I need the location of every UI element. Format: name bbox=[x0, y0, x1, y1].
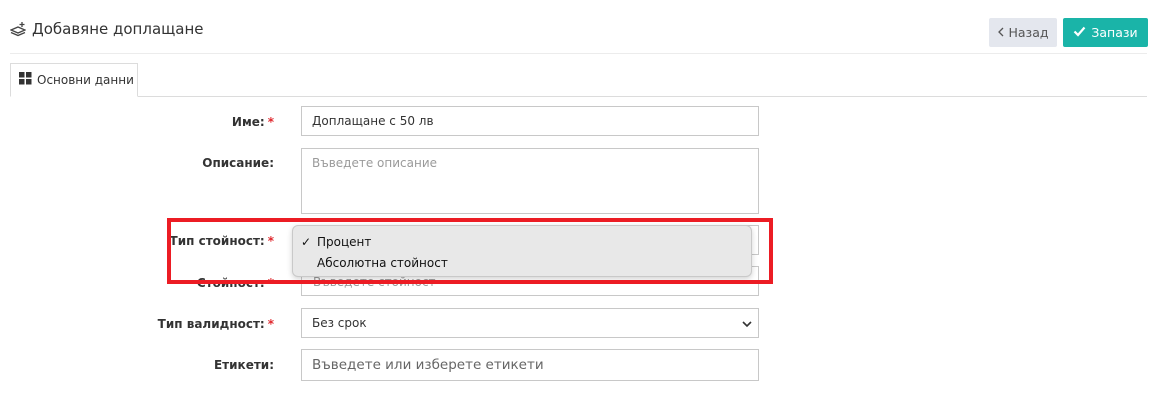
value-label: Стойност: * bbox=[196, 276, 274, 290]
required-marker: * bbox=[267, 115, 274, 129]
option-label: Процент bbox=[317, 234, 372, 249]
save-button-label: Запази bbox=[1091, 25, 1138, 40]
header-divider bbox=[10, 53, 1147, 54]
required-marker: * bbox=[267, 234, 274, 248]
value-type-dropdown: ✓ Процент Абсолютна стойност bbox=[292, 225, 752, 277]
option-label: Абсолютна стойност bbox=[317, 255, 448, 270]
chevron-down-icon bbox=[742, 318, 752, 332]
checkmark-icon: ✓ bbox=[301, 234, 312, 249]
tags-label: Етикети: bbox=[213, 358, 274, 372]
name-input[interactable] bbox=[301, 106, 759, 136]
description-label: Описание: bbox=[202, 156, 274, 170]
layers-plus-icon bbox=[10, 21, 26, 37]
value-input-placeholder: Въведете стойност bbox=[313, 275, 436, 289]
value-type-label: Тип стойност: * bbox=[169, 234, 274, 248]
chevron-left-icon bbox=[997, 25, 1005, 40]
name-label: Име: * bbox=[231, 115, 274, 129]
tab-label: Основни данни bbox=[37, 73, 134, 87]
validity-type-value: Без срок bbox=[312, 316, 367, 330]
back-button[interactable]: Назад bbox=[989, 18, 1057, 47]
description-textarea[interactable] bbox=[301, 148, 759, 214]
required-marker: * bbox=[267, 276, 274, 290]
page: Добавяне доплащане Назад Запази Основни … bbox=[0, 0, 1156, 416]
required-marker: * bbox=[267, 317, 274, 331]
save-button[interactable]: Запази bbox=[1063, 18, 1148, 47]
grid-icon bbox=[19, 72, 32, 88]
validity-type-select[interactable]: Без срок bbox=[301, 308, 759, 338]
dropdown-option-absolute[interactable]: Абсолютна стойност bbox=[293, 252, 751, 273]
back-button-label: Назад bbox=[1008, 25, 1049, 40]
tabs-divider bbox=[10, 96, 1147, 97]
validity-type-label: Тип валидност: * bbox=[157, 317, 274, 331]
tags-input[interactable] bbox=[301, 349, 759, 381]
page-title-text: Добавяне доплащане bbox=[32, 20, 204, 38]
page-title: Добавяне доплащане bbox=[10, 20, 204, 38]
tab-main-data[interactable]: Основни данни bbox=[10, 63, 138, 97]
check-icon bbox=[1073, 25, 1086, 40]
dropdown-option-percent[interactable]: ✓ Процент bbox=[293, 231, 751, 252]
